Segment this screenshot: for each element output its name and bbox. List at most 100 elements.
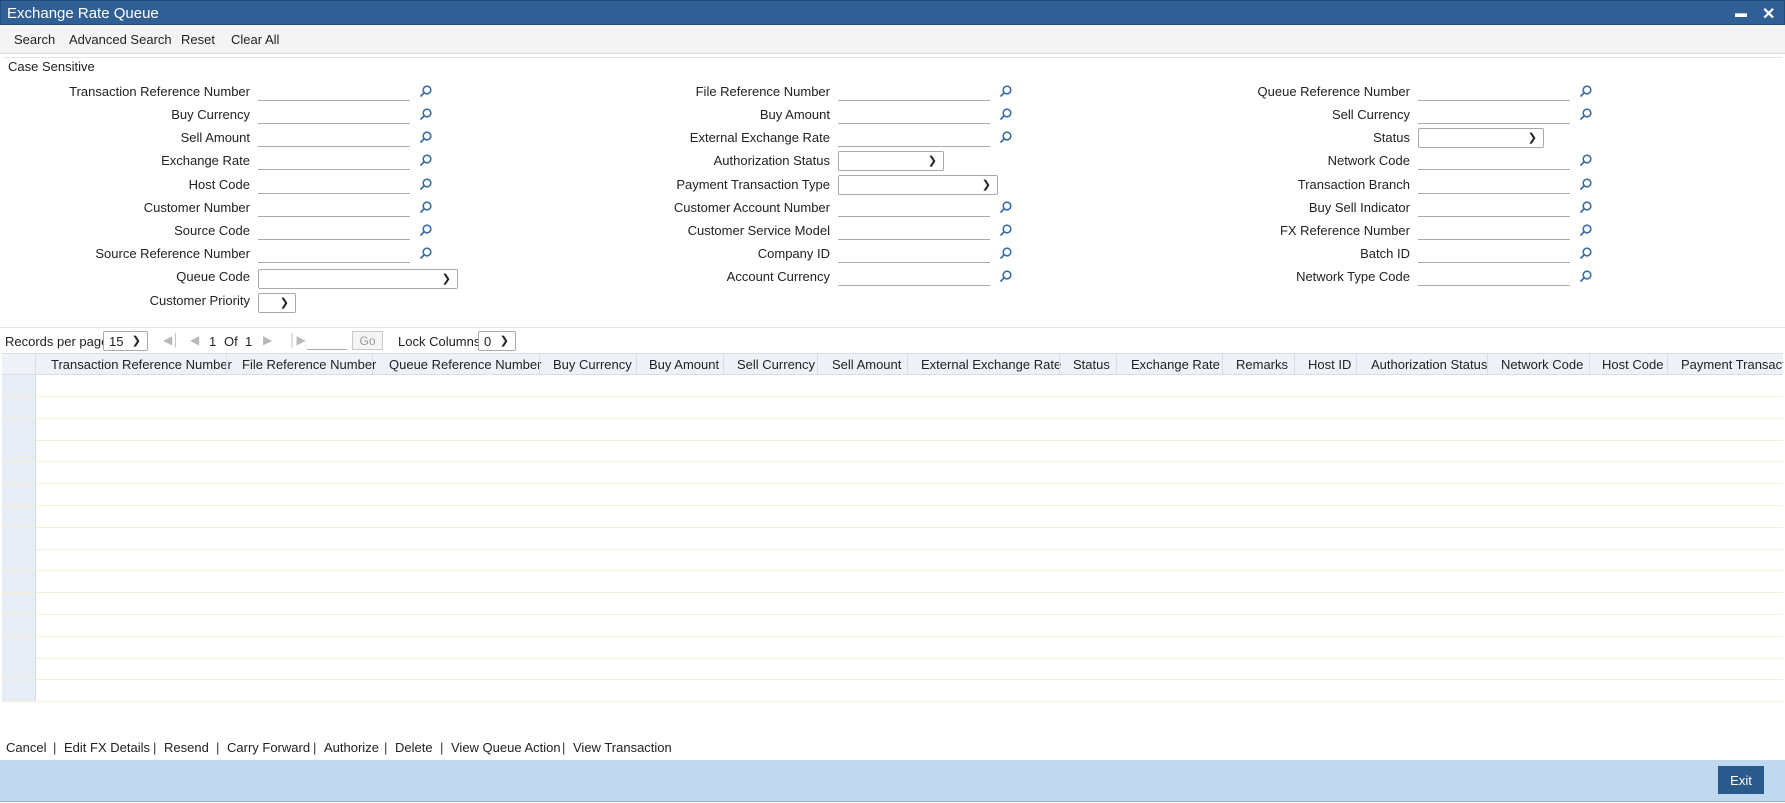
lookup-search-icon[interactable] [1579, 246, 1593, 260]
table-row[interactable] [2, 593, 1783, 615]
lookup-search-icon[interactable] [419, 177, 433, 191]
lookup-search-icon[interactable] [419, 130, 433, 144]
close-icon[interactable]: ✕ [1762, 4, 1775, 24]
row-selector[interactable] [2, 505, 36, 527]
fx-reference-number-input[interactable] [1418, 220, 1570, 240]
records-per-page-select[interactable]: 15 ❯ [103, 331, 148, 351]
network-type-code-input[interactable] [1418, 266, 1570, 286]
lock-columns-select[interactable]: 0 ❯ [478, 331, 516, 351]
row-selector[interactable] [2, 593, 36, 614]
queue-code-select[interactable]: ❯ [258, 269, 458, 289]
company-id-input[interactable] [838, 243, 990, 263]
lookup-search-icon[interactable] [999, 107, 1013, 121]
clear-all-button[interactable]: Clear All [231, 32, 279, 47]
column-header[interactable]: Host ID [1308, 357, 1351, 372]
buy-sell-indicator-input[interactable] [1418, 197, 1570, 217]
lookup-search-icon[interactable] [1579, 84, 1593, 98]
table-row[interactable] [2, 375, 1783, 397]
lookup-search-icon[interactable] [999, 130, 1013, 144]
column-header[interactable]: Payment Transacti [1681, 357, 1783, 372]
column-header[interactable]: File Reference Number [242, 357, 376, 372]
buy-amount-input[interactable] [838, 104, 990, 124]
file-reference-number-input[interactable] [838, 81, 990, 101]
row-selector[interactable] [2, 396, 36, 418]
delete-action[interactable]: Delete [395, 740, 433, 755]
source-reference-number-input[interactable] [258, 243, 410, 263]
row-selector[interactable] [2, 375, 36, 396]
lookup-search-icon[interactable] [1579, 200, 1593, 214]
lookup-search-icon[interactable] [419, 200, 433, 214]
column-header[interactable]: Host Code [1602, 357, 1663, 372]
previous-page-icon[interactable]: ◀ [190, 333, 199, 347]
resend-action[interactable]: Resend [164, 740, 209, 755]
customer-service-model-input[interactable] [838, 220, 990, 240]
lookup-search-icon[interactable] [999, 223, 1013, 237]
carry-forward-action[interactable]: Carry Forward [227, 740, 310, 755]
row-selector[interactable] [2, 484, 36, 505]
lookup-search-icon[interactable] [999, 84, 1013, 98]
lookup-search-icon[interactable] [999, 246, 1013, 260]
customer-number-input[interactable] [258, 197, 410, 217]
row-selector[interactable] [2, 658, 36, 680]
row-selector[interactable] [2, 462, 36, 484]
row-selector[interactable] [2, 549, 36, 571]
external-exchange-rate-input[interactable] [838, 127, 990, 147]
table-row[interactable] [2, 680, 1783, 703]
column-header[interactable]: Network Code [1501, 357, 1583, 372]
payment-transaction-type-select[interactable]: ❯ [838, 175, 998, 195]
customer-account-number-input[interactable] [838, 197, 990, 217]
sell-currency-input[interactable] [1418, 104, 1570, 124]
row-selector[interactable] [2, 571, 36, 593]
view-queue-action[interactable]: View Queue Action [451, 740, 561, 755]
lookup-search-icon[interactable] [999, 200, 1013, 214]
cancel-action[interactable]: Cancel [6, 740, 46, 755]
row-selector[interactable] [2, 636, 36, 658]
table-row[interactable] [2, 418, 1783, 441]
table-row[interactable] [2, 549, 1783, 572]
row-selector[interactable] [2, 680, 36, 702]
column-header[interactable]: Buy Amount [649, 357, 719, 372]
account-currency-input[interactable] [838, 266, 990, 286]
next-page-icon[interactable]: ▶ [263, 333, 272, 347]
minimize-icon[interactable]: ▬ [1735, 6, 1747, 20]
row-selector[interactable] [2, 418, 36, 440]
lookup-search-icon[interactable] [419, 223, 433, 237]
customer-priority-select[interactable]: ❯ [258, 293, 296, 313]
lookup-search-icon[interactable] [419, 153, 433, 167]
host-code-input[interactable] [258, 174, 410, 194]
table-row[interactable] [2, 527, 1783, 550]
table-row[interactable] [2, 462, 1783, 485]
table-row[interactable] [2, 440, 1783, 463]
table-row[interactable] [2, 571, 1783, 594]
reset-button[interactable]: Reset [181, 32, 215, 47]
lookup-search-icon[interactable] [1579, 107, 1593, 121]
authorize-action[interactable]: Authorize [324, 740, 379, 755]
last-page-icon[interactable]: │▶ [289, 333, 306, 347]
column-header[interactable]: Status [1073, 357, 1110, 372]
row-selector[interactable] [2, 614, 36, 636]
column-header[interactable]: Buy Currency [553, 357, 632, 372]
lookup-search-icon[interactable] [419, 107, 433, 121]
transaction-reference-number-input[interactable] [258, 81, 410, 101]
view-transaction-action[interactable]: View Transaction [573, 740, 672, 755]
table-row[interactable] [2, 484, 1783, 506]
column-header[interactable]: Exchange Rate [1131, 357, 1220, 372]
column-header[interactable]: Transaction Reference Number [51, 357, 232, 372]
source-code-input[interactable] [258, 220, 410, 240]
buy-currency-input[interactable] [258, 104, 410, 124]
transaction-branch-input[interactable] [1418, 174, 1570, 194]
network-code-input[interactable] [1418, 150, 1570, 170]
table-row[interactable] [2, 396, 1783, 419]
status-select[interactable]: ❯ [1418, 128, 1544, 148]
search-button[interactable]: Search [14, 32, 55, 47]
row-selector[interactable] [2, 527, 36, 549]
page-number-input[interactable] [307, 349, 347, 350]
table-row[interactable] [2, 614, 1783, 637]
table-row[interactable] [2, 505, 1783, 528]
batch-id-input[interactable] [1418, 243, 1570, 263]
table-row[interactable] [2, 636, 1783, 659]
lookup-search-icon[interactable] [1579, 269, 1593, 283]
edit-fx-details-action[interactable]: Edit FX Details [64, 740, 150, 755]
column-header[interactable]: Sell Currency [737, 357, 815, 372]
go-button[interactable]: Go [352, 331, 383, 350]
